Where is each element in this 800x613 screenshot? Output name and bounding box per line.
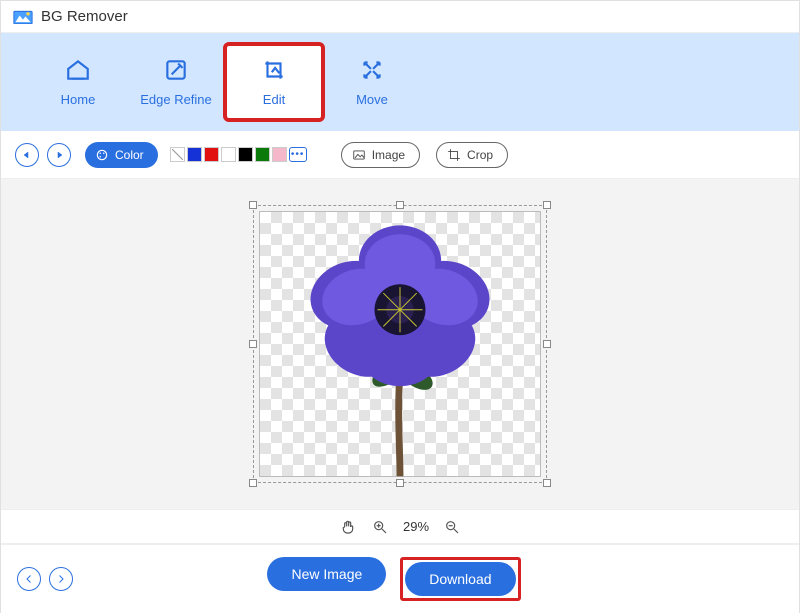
move-icon [359,57,385,86]
resize-handle[interactable] [249,479,257,487]
redo-button[interactable] [47,143,71,167]
tab-label: Move [356,92,388,107]
tab-label: Home [61,92,96,107]
resize-handle[interactable] [543,201,551,209]
edge-refine-icon [163,57,189,86]
tab-edge-refine[interactable]: Edge Refine [127,44,225,120]
swatch-white[interactable] [221,147,236,162]
swatch-black[interactable] [238,147,253,162]
resize-handle[interactable] [543,479,551,487]
title-bar: BG Remover [1,1,799,33]
zoom-out-button[interactable] [443,518,461,536]
tab-move[interactable]: Move [323,44,421,120]
zoom-bar: 29% [1,509,799,543]
swatch-pink[interactable] [272,147,287,162]
zoom-percent: 29% [403,519,429,534]
crop-button[interactable]: Crop [436,142,508,168]
swatch-green[interactable] [255,147,270,162]
prev-image-button[interactable] [17,567,41,591]
download-highlight: Download [400,557,520,601]
new-image-button[interactable]: New Image [267,557,386,591]
main-tabs: Home Edge Refine Edit Move [1,33,799,131]
tab-edit[interactable]: Edit [225,44,323,120]
edit-toolbar: Color ••• Image Crop [1,131,799,179]
resize-handle[interactable] [249,201,257,209]
app-title: BG Remover [41,8,128,25]
swatch-red[interactable] [204,147,219,162]
swatch-none[interactable] [170,147,185,162]
pan-hand-button[interactable] [339,518,357,536]
undo-button[interactable] [15,143,39,167]
download-button[interactable]: Download [405,562,515,596]
image-icon [352,148,366,162]
home-icon [65,57,91,86]
tab-home[interactable]: Home [29,44,127,120]
canvas-area [1,179,799,509]
edit-icon [261,57,287,86]
zoom-in-button[interactable] [371,518,389,536]
resize-handle[interactable] [396,201,404,209]
palette-icon [95,148,109,162]
swatch-blue[interactable] [187,147,202,162]
more-colors-button[interactable]: ••• [289,147,307,162]
color-label: Color [115,148,144,162]
crop-label: Crop [467,148,493,162]
resize-handle[interactable] [396,479,404,487]
app-logo-icon [13,8,33,26]
bottom-bar: New Image Download [1,543,799,613]
image-selection[interactable] [253,205,547,483]
tab-label: Edge Refine [140,92,212,107]
image-label: Image [372,148,405,162]
next-image-button[interactable] [49,567,73,591]
crop-icon [447,148,461,162]
resize-handle[interactable] [543,340,551,348]
color-swatches: ••• [170,147,307,162]
color-mode-button[interactable]: Color [85,142,158,168]
resize-handle[interactable] [249,340,257,348]
image-mode-button[interactable]: Image [341,142,420,168]
tab-label: Edit [263,92,285,107]
subject-image [253,205,547,483]
